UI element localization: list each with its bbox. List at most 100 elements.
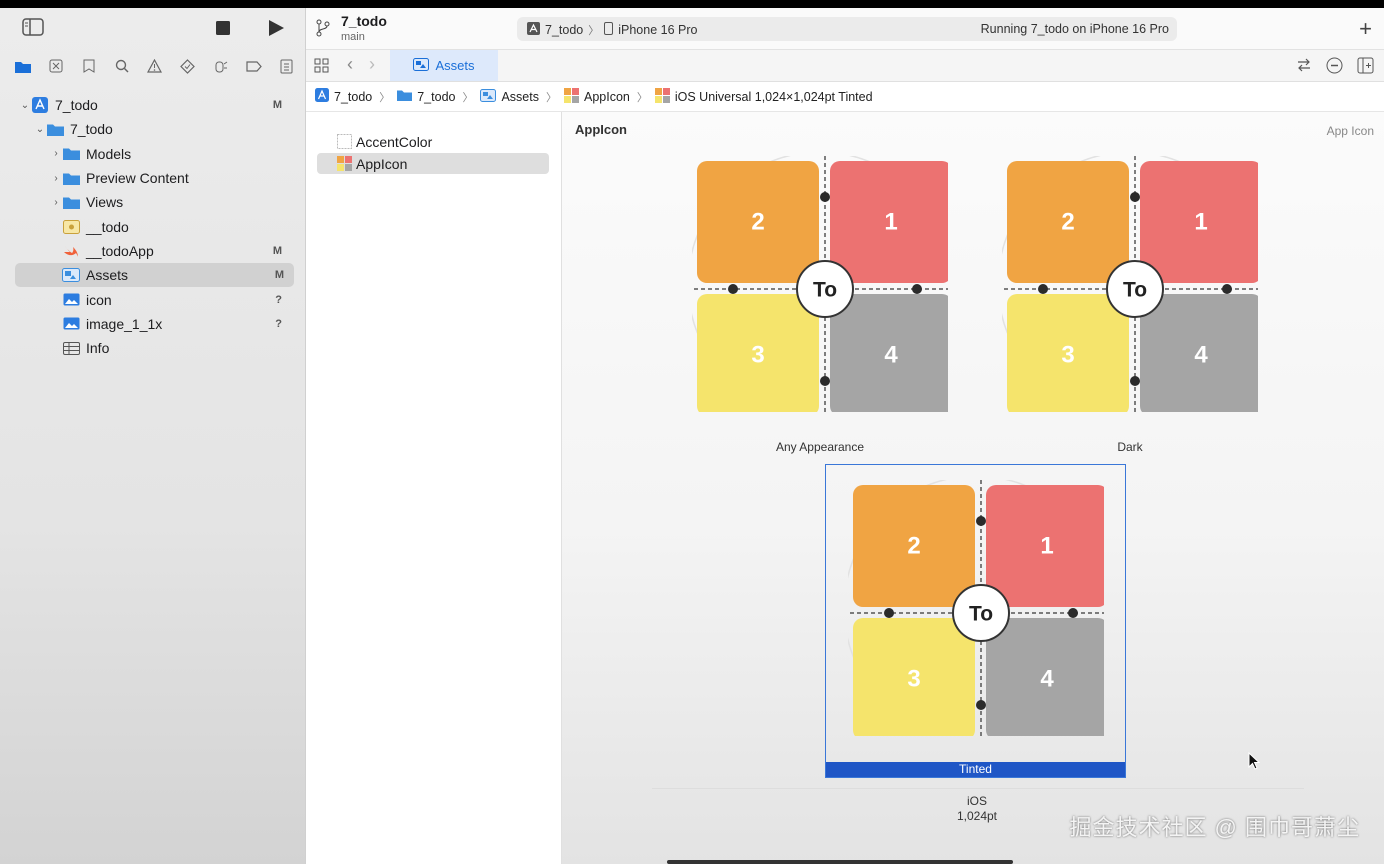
- asset-item-label: AccentColor: [356, 133, 433, 150]
- folder-icon: [62, 147, 80, 161]
- variant-label-any: Any Appearance: [775, 440, 865, 454]
- icon-guide-dot: [820, 192, 830, 202]
- tree-item-label: image_1_1x: [86, 315, 163, 332]
- tree-item-label: __todoApp: [86, 242, 154, 259]
- breadcrumb-project[interactable]: 7_todo: [315, 88, 372, 105]
- platform-size-label: iOS 1,024pt: [902, 794, 1052, 824]
- asset-item-appicon[interactable]: AppIcon: [317, 153, 549, 174]
- icon-guide-dot: [884, 608, 894, 618]
- icon-size: 1,024pt: [956, 809, 998, 823]
- breadcrumb-variant[interactable]: iOS Universal 1,024×1,024pt Tinted: [654, 87, 873, 106]
- breakpoint-navigator-icon[interactable]: [237, 55, 270, 77]
- disclosure-chevron-icon[interactable]: ›: [50, 173, 62, 184]
- navigate-forward-icon[interactable]: ›: [369, 54, 375, 75]
- breadcrumb-label: Assets: [501, 89, 539, 104]
- tree-item-group-7-todo[interactable]: ⌄ 7_todo: [0, 117, 306, 141]
- breadcrumb-label: iOS Universal 1,024×1,024pt Tinted: [674, 89, 873, 104]
- disclosure-chevron-icon[interactable]: ›: [50, 148, 62, 159]
- project-title[interactable]: 7_todo: [341, 13, 387, 29]
- debug-navigator-icon[interactable]: [204, 55, 237, 77]
- project-navigator-icon[interactable]: [6, 55, 39, 77]
- app-icon-image: 2 1 3 4 To: [1002, 156, 1258, 412]
- bookmark-navigator-icon[interactable]: [72, 55, 105, 77]
- breadcrumb-appicon[interactable]: AppIcon: [563, 87, 630, 106]
- mouse-pointer-icon: [1248, 751, 1261, 773]
- swift-icon: [62, 244, 80, 258]
- tree-item-image-1-1x[interactable]: image_1_1x ?: [0, 312, 306, 336]
- destination-name[interactable]: iPhone 16 Pro: [618, 23, 697, 37]
- report-navigator-icon[interactable]: [270, 55, 303, 77]
- issue-navigator-icon[interactable]: [138, 55, 171, 77]
- entitlements-icon: [62, 219, 80, 234]
- folder-icon: [62, 171, 80, 185]
- tree-item-icon-image[interactable]: icon ?: [0, 287, 306, 311]
- scheme-selector[interactable]: 7_todo 〉 iPhone 16 Pro: [527, 22, 697, 38]
- chevron-right-icon: 〉: [636, 91, 648, 104]
- chevron-right-icon: 〉: [588, 25, 600, 37]
- tree-item-label: __todo: [86, 218, 129, 235]
- navigate-back-icon[interactable]: ‹: [347, 54, 353, 75]
- test-navigator-icon[interactable]: [171, 55, 204, 77]
- swap-arrows-icon[interactable]: [1296, 57, 1312, 77]
- folder-icon: [62, 195, 80, 209]
- tree-item-entitlements[interactable]: __todo: [0, 214, 306, 238]
- tab-assets[interactable]: Assets: [390, 50, 498, 81]
- disclosure-chevron-icon[interactable]: ⌄: [34, 124, 46, 135]
- tree-item-views[interactable]: › Views: [0, 190, 306, 214]
- asset-catalog-icon: [62, 268, 80, 283]
- sidebar-toggle-icon[interactable]: [22, 18, 44, 36]
- asset-item-accentcolor[interactable]: AccentColor: [317, 131, 549, 152]
- horizontal-scrollbar[interactable]: [667, 860, 1013, 864]
- platform-name: iOS: [966, 794, 987, 808]
- image-icon: [62, 293, 80, 307]
- icon-well-dark[interactable]: 2 1 3 4 To: [1002, 156, 1258, 412]
- window-toolbar: 7_todo main 7_todo 〉 iPhone 16 Pro Runni…: [306, 8, 1384, 50]
- related-items-grid-icon[interactable]: [314, 58, 329, 76]
- tree-item-app-swift[interactable]: __todoApp M: [0, 239, 306, 263]
- tree-item-info-plist[interactable]: Info: [0, 336, 306, 360]
- git-status-badge: ?: [275, 293, 282, 306]
- app-scheme-icon: [527, 22, 540, 38]
- icon-tile-number: 4: [1040, 666, 1054, 693]
- icon-guide-dot: [1038, 284, 1048, 294]
- breadcrumb-assets[interactable]: Assets: [480, 88, 539, 105]
- stop-icon[interactable]: [216, 21, 230, 35]
- tree-item-label: Models: [86, 145, 132, 162]
- source-control-navigator-icon[interactable]: [39, 55, 72, 77]
- asset-catalog-icon: [413, 57, 430, 74]
- asset-catalog-icon: [480, 88, 497, 105]
- color-swatch-icon: [337, 134, 352, 149]
- asset-list: AccentColor AppIcon: [306, 112, 562, 864]
- add-editor-split-icon[interactable]: [1357, 57, 1374, 77]
- divider: [652, 788, 1304, 789]
- tree-item-label: Views: [86, 194, 124, 211]
- folder-icon: [46, 122, 64, 136]
- icon-guide-dot: [976, 700, 986, 710]
- disclosure-chevron-icon[interactable]: ›: [50, 197, 62, 208]
- breadcrumb-group[interactable]: 7_todo: [397, 89, 455, 104]
- icon-guide-dot: [976, 516, 986, 526]
- icon-well-tinted[interactable]: 2 1 3 4 To: [848, 480, 1104, 736]
- git-status-badge: M: [274, 269, 284, 282]
- icon-well-tinted-selected[interactable]: 2 1 3 4 To Tinted: [825, 464, 1126, 778]
- project-icon: [315, 88, 329, 105]
- tree-item-label: icon: [86, 291, 112, 308]
- icon-guide-dot: [820, 376, 830, 386]
- scheme-name: 7_todo: [545, 23, 584, 37]
- git-status-badge: M: [272, 99, 282, 112]
- tree-item-preview-content[interactable]: › Preview Content: [0, 166, 306, 190]
- icon-tile-number: 2: [1061, 209, 1074, 236]
- tree-item-assets[interactable]: Assets M: [15, 263, 294, 288]
- add-icon[interactable]: +: [1359, 16, 1372, 42]
- run-icon[interactable]: [268, 20, 284, 36]
- chevron-right-icon: 〉: [379, 91, 391, 104]
- disclosure-chevron-icon[interactable]: ⌄: [19, 100, 31, 111]
- tab-label: Assets: [435, 58, 475, 73]
- breadcrumb-label: 7_todo: [334, 89, 373, 104]
- tree-item-label: Info: [86, 340, 110, 357]
- ellipsis-circle-icon[interactable]: [1326, 57, 1343, 77]
- icon-well-any-appearance[interactable]: 2 1 3 4 To: [692, 156, 948, 412]
- tree-item-project[interactable]: ⌄ 7_todo M: [0, 93, 306, 117]
- find-navigator-icon[interactable]: [105, 55, 138, 77]
- tree-item-models[interactable]: › Models: [0, 142, 306, 166]
